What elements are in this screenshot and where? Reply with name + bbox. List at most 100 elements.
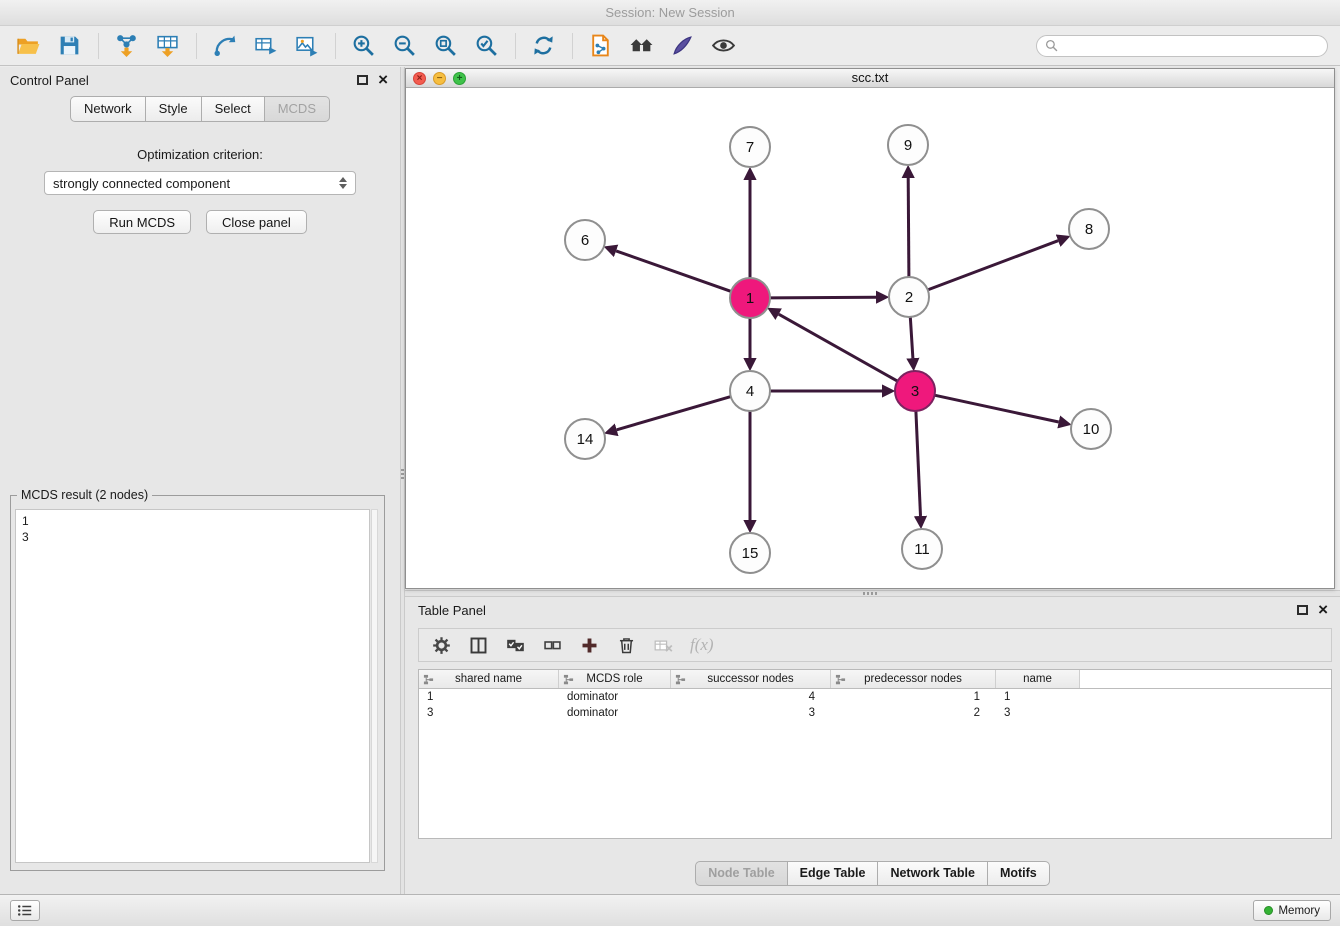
zoom-selected-button[interactable] xyxy=(470,30,502,62)
zoom-out-icon xyxy=(392,33,417,58)
network-node-4[interactable]: 4 xyxy=(730,371,770,411)
table-cell[interactable]: dominator xyxy=(559,689,671,705)
float-panel-icon[interactable] xyxy=(1297,605,1308,615)
delete-table-icon xyxy=(653,635,674,656)
tab-select[interactable]: Select xyxy=(202,96,265,122)
run-mcds-button[interactable]: Run MCDS xyxy=(93,210,191,234)
window-minimize-button[interactable]: − xyxy=(433,72,446,85)
splitter-grip[interactable] xyxy=(401,467,404,481)
column-header-successor-nodes[interactable]: successor nodes xyxy=(671,670,831,688)
column-header-name[interactable]: name xyxy=(996,670,1080,688)
import-table-icon xyxy=(155,33,180,58)
deselect-all-rows-icon[interactable] xyxy=(542,635,563,656)
select-all-rows-icon[interactable] xyxy=(505,635,526,656)
memory-button[interactable]: Memory xyxy=(1253,900,1331,921)
network-window-title: scc.txt xyxy=(852,70,889,85)
network-overview-button[interactable] xyxy=(625,30,657,62)
horizontal-splitter[interactable] xyxy=(405,590,1340,597)
table-row[interactable]: 3dominator323 xyxy=(419,705,1331,721)
mcds-result-text[interactable]: 1 3 xyxy=(15,509,370,863)
window-close-button[interactable]: × xyxy=(413,72,426,85)
network-document-button[interactable] xyxy=(584,30,616,62)
app-titlebar[interactable]: Session: New Session xyxy=(0,0,1340,26)
network-edge-3-11[interactable] xyxy=(916,411,921,516)
search-input[interactable] xyxy=(1063,39,1319,53)
network-node-3[interactable]: 3 xyxy=(895,371,935,411)
network-edge-2-9[interactable] xyxy=(908,178,909,277)
tab-node-table[interactable]: Node Table xyxy=(695,861,787,886)
optimization-criterion-label: Optimization criterion: xyxy=(0,147,400,162)
table-cell[interactable]: 1 xyxy=(996,689,1080,705)
open-session-button[interactable] xyxy=(12,30,44,62)
zoom-in-button[interactable] xyxy=(347,30,379,62)
column-label: successor nodes xyxy=(707,673,793,685)
tab-motifs[interactable]: Motifs xyxy=(988,861,1050,886)
network-node-14[interactable]: 14 xyxy=(565,419,605,459)
close-panel-icon[interactable]: × xyxy=(378,74,388,86)
table-cell[interactable]: 3 xyxy=(996,705,1080,721)
splitter-grip[interactable] xyxy=(863,592,877,595)
zoom-fit-button[interactable] xyxy=(429,30,461,62)
task-history-button[interactable] xyxy=(10,900,40,921)
refresh-layout-button[interactable] xyxy=(527,30,559,62)
network-edge-3-1[interactable] xyxy=(779,314,898,381)
network-node-1[interactable]: 1 xyxy=(730,278,770,318)
network-node-10[interactable]: 10 xyxy=(1071,409,1111,449)
window-zoom-button[interactable]: + xyxy=(453,72,466,85)
network-window-titlebar[interactable]: × − + scc.txt xyxy=(406,69,1334,88)
table-settings-gear-icon[interactable] xyxy=(431,635,452,656)
table-panel-title: Table Panel xyxy=(418,603,486,618)
network-node-6[interactable]: 6 xyxy=(565,220,605,260)
style-brush-button[interactable] xyxy=(666,30,698,62)
network-node-label: 10 xyxy=(1083,421,1100,438)
node-table-body: 1dominator4113dominator323 xyxy=(419,689,1331,721)
show-graphics-details-button[interactable] xyxy=(707,30,739,62)
tab-network[interactable]: Network xyxy=(70,96,146,122)
add-row-icon[interactable] xyxy=(579,635,600,656)
export-image-button[interactable] xyxy=(290,30,322,62)
network-edge-1-2[interactable] xyxy=(770,297,876,298)
show-columns-icon[interactable] xyxy=(468,635,489,656)
table-cell[interactable]: 1 xyxy=(831,689,996,705)
table-row[interactable]: 1dominator411 xyxy=(419,689,1331,705)
optimization-criterion-select[interactable]: strongly connected component xyxy=(44,171,356,195)
table-cell[interactable]: 1 xyxy=(419,689,559,705)
network-node-11[interactable]: 11 xyxy=(902,529,942,569)
delete-row-trash-icon[interactable] xyxy=(616,635,637,656)
import-network-button[interactable] xyxy=(110,30,142,62)
search-box[interactable] xyxy=(1036,35,1328,57)
zoom-out-button[interactable] xyxy=(388,30,420,62)
table-cell[interactable]: 3 xyxy=(419,705,559,721)
network-node-9[interactable]: 9 xyxy=(888,125,928,165)
new-table-button[interactable] xyxy=(249,30,281,62)
close-panel-icon[interactable]: × xyxy=(1318,604,1328,616)
network-edge-2-3[interactable] xyxy=(910,317,913,358)
network-canvas[interactable]: 7 9 6 8 1 2 4 3 14 10 15 11 xyxy=(406,88,1334,588)
new-network-button[interactable] xyxy=(208,30,240,62)
table-cell[interactable]: 4 xyxy=(671,689,831,705)
network-node-7[interactable]: 7 xyxy=(730,127,770,167)
tab-style[interactable]: Style xyxy=(146,96,202,122)
tab-network-table[interactable]: Network Table xyxy=(878,861,988,886)
float-panel-icon[interactable] xyxy=(357,75,368,85)
table-cell[interactable]: 2 xyxy=(831,705,996,721)
network-edge-2-8[interactable] xyxy=(928,241,1058,290)
network-node-8[interactable]: 8 xyxy=(1069,209,1109,249)
network-edge-4-14[interactable] xyxy=(617,397,731,430)
network-view-window: × − + scc.txt 7 9 6 8 1 2 4 3 14 10 15 11 xyxy=(405,68,1335,589)
table-cell[interactable]: 3 xyxy=(671,705,831,721)
column-header-mcds-role[interactable]: MCDS role xyxy=(559,670,671,688)
result-scrollbar[interactable] xyxy=(371,509,378,863)
tab-mcds[interactable]: MCDS xyxy=(265,96,330,122)
column-header-shared-name[interactable]: shared name xyxy=(419,670,559,688)
save-session-button[interactable] xyxy=(53,30,85,62)
table-cell[interactable]: dominator xyxy=(559,705,671,721)
network-node-15[interactable]: 15 xyxy=(730,533,770,573)
import-table-button[interactable] xyxy=(151,30,183,62)
network-edge-1-6[interactable] xyxy=(616,251,731,292)
network-edge-3-10[interactable] xyxy=(935,395,1059,422)
tab-edge-table[interactable]: Edge Table xyxy=(788,861,879,886)
close-panel-button[interactable]: Close panel xyxy=(206,210,307,234)
network-node-2[interactable]: 2 xyxy=(889,277,929,317)
column-header-predecessor-nodes[interactable]: predecessor nodes xyxy=(831,670,996,688)
